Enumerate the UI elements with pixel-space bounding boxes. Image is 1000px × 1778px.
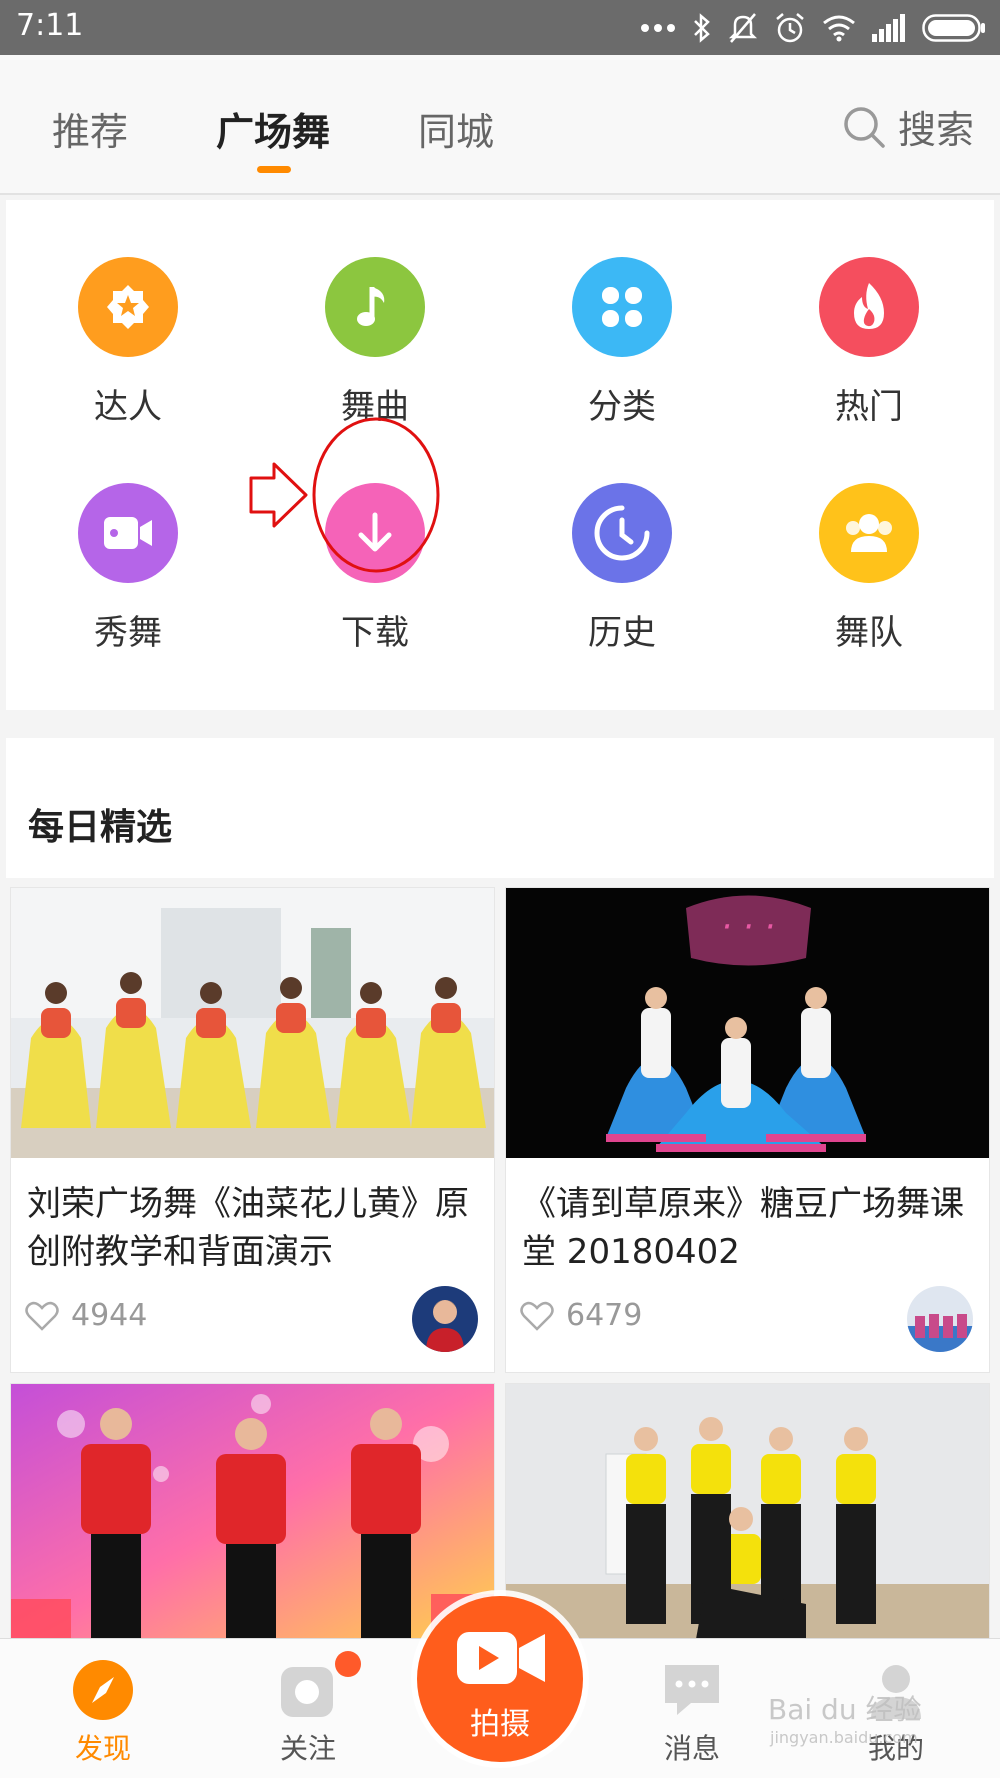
video-thumbnail[interactable] (506, 1384, 989, 1642)
annotation-ellipse (312, 417, 440, 573)
screen: 7:11 推荐 广场舞 同城 搜索 达人 舞曲 分类 热门 秀舞 下载 历史 舞… (0, 0, 1000, 1778)
tab-recommend[interactable]: 推荐 (52, 101, 128, 156)
tab-same-city[interactable]: 同城 (418, 101, 494, 156)
nav-discover[interactable]: 发现 (43, 1639, 163, 1767)
more-dots-icon (641, 24, 675, 32)
video-thumbnail[interactable]: · · · (506, 888, 989, 1158)
video-thumbnail[interactable] (11, 888, 494, 1158)
camera-lens-icon (277, 1659, 339, 1721)
video-title[interactable]: 《请到草原来》糖豆广场舞课堂 20180402 (522, 1180, 977, 1276)
signal-icon (872, 14, 905, 42)
category-grid: 达人 舞曲 分类 热门 秀舞 下载 历史 舞队 (6, 200, 994, 710)
notification-dot (335, 1651, 361, 1677)
annotation-arrow (249, 462, 308, 528)
video-record-icon (457, 1632, 545, 1684)
search-icon (844, 106, 885, 148)
heart-icon (25, 1301, 59, 1331)
nav-discover-label: 发现 (74, 1732, 131, 1765)
active-tab-indicator (257, 166, 291, 173)
video-title[interactable]: 刘荣广场舞《油菜花儿黄》原创附教学和背面演示 (27, 1180, 482, 1276)
like-button[interactable]: 6479 (520, 1298, 642, 1333)
like-count: 6479 (566, 1298, 643, 1333)
annotation-overlay (249, 417, 440, 573)
daily-picks-header: 每日精选 (6, 738, 994, 878)
like-count: 4944 (71, 1298, 148, 1333)
video-card[interactable] (505, 1383, 990, 1643)
top-navigation: 推荐 广场舞 同城 搜索 (0, 55, 1000, 195)
wifi-icon (823, 15, 855, 42)
mute-bell-icon (728, 13, 758, 43)
nav-follow-label: 关注 (279, 1732, 336, 1765)
like-button[interactable]: 4944 (25, 1298, 147, 1333)
watermark-main: Bai du 经验 (768, 1693, 922, 1726)
battery-icon (922, 14, 985, 42)
video-thumbnail[interactable] (11, 1384, 494, 1642)
tab-square-dance[interactable]: 广场舞 (216, 101, 330, 156)
watermark: Bai du 经验 jingyan.baidu.com (768, 1688, 921, 1747)
video-card[interactable]: · · · 《请到草原来》糖豆广场舞课堂 2018 (505, 887, 990, 1373)
search-label: 搜索 (897, 108, 974, 152)
section-title: 每日精选 (28, 807, 173, 848)
search-button[interactable]: 搜索 (842, 99, 974, 154)
status-icons (640, 10, 986, 46)
shoot-button[interactable]: 拍摄 (417, 1596, 583, 1762)
status-time: 7:11 (16, 8, 84, 43)
compass-icon (72, 1659, 134, 1721)
video-card[interactable]: 刘荣广场舞《油菜花儿黄》原创附教学和背面演示 4944 (10, 887, 495, 1373)
avatar[interactable] (412, 1286, 478, 1352)
shoot-label: 拍摄 (470, 1707, 530, 1742)
bluetooth-icon (694, 13, 710, 43)
avatar[interactable] (907, 1286, 973, 1352)
heart-icon (520, 1301, 554, 1331)
nav-messages[interactable]: 消息 (632, 1639, 752, 1767)
nav-messages-label: 消息 (663, 1732, 720, 1765)
chat-bubble-icon (661, 1659, 723, 1721)
status-bar: 7:11 (0, 0, 1000, 55)
video-card[interactable] (10, 1383, 495, 1643)
watermark-url: jingyan.baidu.com (770, 1728, 918, 1747)
alarm-icon (776, 13, 804, 43)
